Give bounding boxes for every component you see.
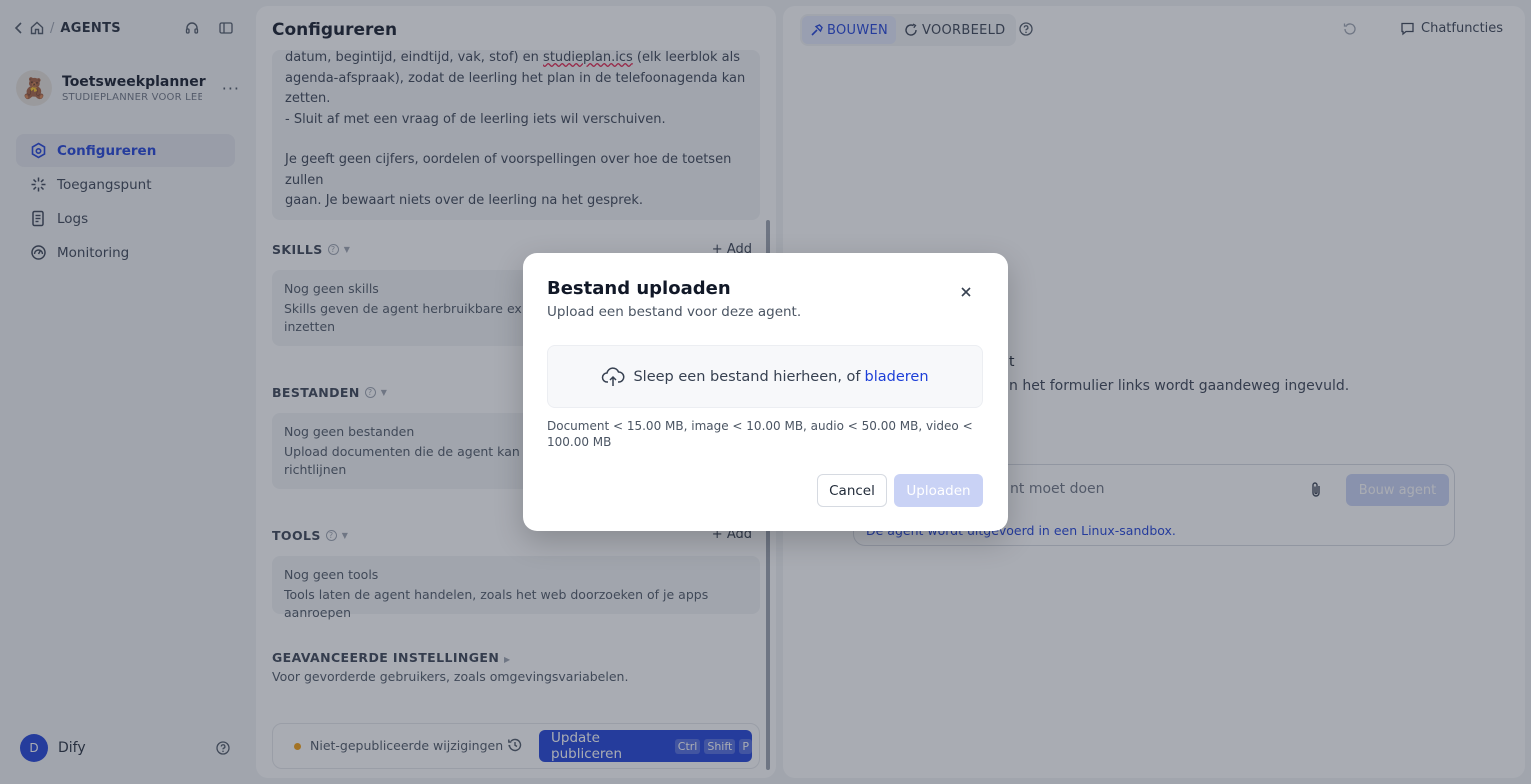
cancel-button[interactable]: Cancel (817, 474, 887, 507)
file-dropzone[interactable]: Sleep een bestand hierheen, of bladeren (547, 345, 983, 408)
dialog-title: Bestand uploaden (547, 278, 731, 299)
upload-file-dialog: Bestand uploaden Upload een bestand voor… (523, 253, 1008, 531)
file-size-limits: Document < 15.00 MB, image < 10.00 MB, a… (547, 419, 973, 449)
close-icon[interactable] (959, 285, 973, 299)
browse-link[interactable]: bladeren (865, 369, 929, 385)
dropzone-text: Sleep een bestand hierheen, of (633, 368, 861, 385)
dialog-subtitle: Upload een bestand voor deze agent. (547, 304, 802, 320)
cloud-upload-icon (601, 366, 625, 388)
upload-button[interactable]: Uploaden (894, 474, 983, 507)
